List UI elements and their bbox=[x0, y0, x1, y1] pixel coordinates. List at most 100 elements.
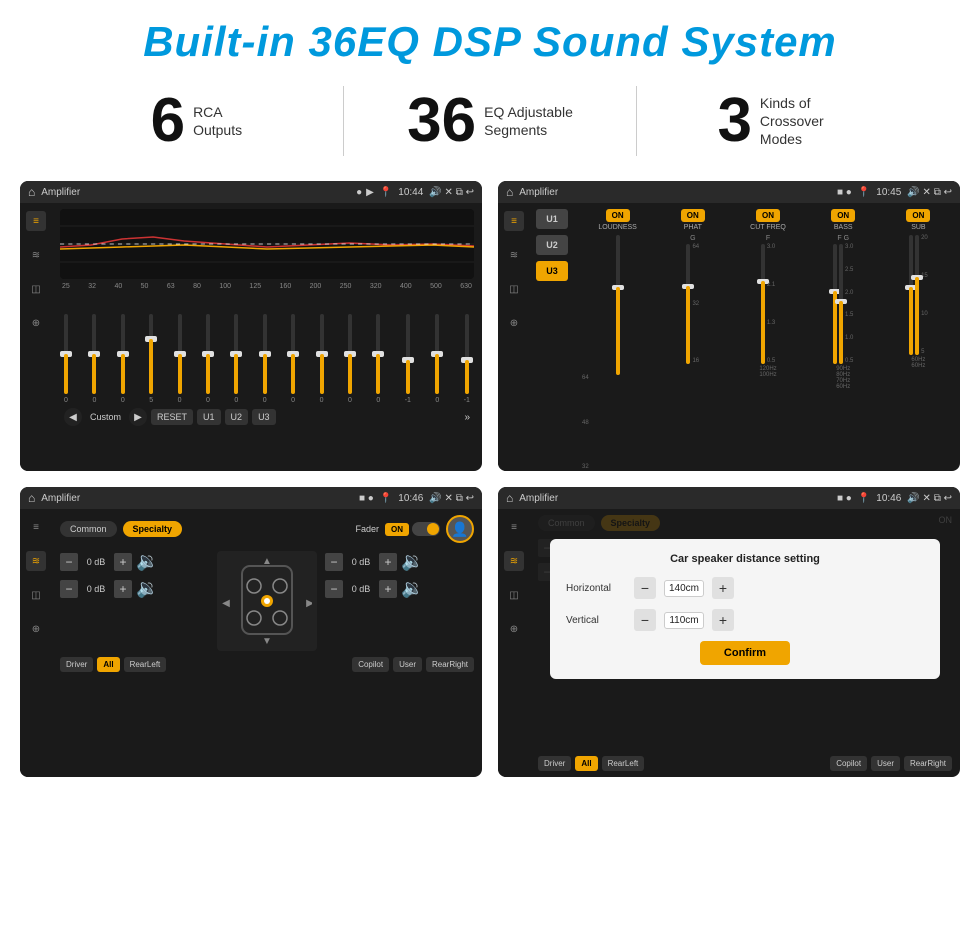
eq-track-12[interactable] bbox=[406, 314, 410, 394]
sidebar-crossover-icon[interactable]: ⊕ bbox=[26, 313, 46, 333]
sidebar2-wave-icon[interactable]: ≋ bbox=[504, 245, 524, 265]
bass-on-btn[interactable]: ON bbox=[831, 209, 855, 222]
eq-slider-12: -1 bbox=[405, 314, 411, 404]
sidebar-speaker-icon[interactable]: ◫ bbox=[26, 279, 46, 299]
loudness-slider[interactable] bbox=[616, 235, 620, 375]
loudness-sliders bbox=[616, 235, 620, 375]
eq-track-5[interactable] bbox=[206, 314, 210, 394]
sidebar4-crossover-icon[interactable]: ⊕ bbox=[504, 619, 524, 639]
horizontal-minus-button[interactable]: − bbox=[634, 577, 656, 599]
sub-slider1[interactable] bbox=[909, 235, 913, 355]
rearright-button[interactable]: RearRight bbox=[426, 657, 474, 672]
freq-63: 63 bbox=[167, 283, 175, 290]
eq-track-10[interactable] bbox=[348, 314, 352, 394]
vol-row-rr: − 0 dB + 🔉 bbox=[325, 578, 474, 599]
eq-track-1[interactable] bbox=[92, 314, 96, 394]
u1-button[interactable]: U1 bbox=[536, 209, 568, 229]
sidebar4-wave-icon[interactable]: ≋ bbox=[504, 551, 524, 571]
bass-slider2[interactable] bbox=[839, 244, 843, 364]
eq-u2-button[interactable]: U2 bbox=[225, 409, 249, 425]
vol-row-rl: − 0 dB + 🔉 bbox=[60, 578, 209, 599]
sidebar4-speaker-icon[interactable]: ◫ bbox=[504, 585, 524, 605]
eq-track-13[interactable] bbox=[435, 314, 439, 394]
all-button[interactable]: All bbox=[97, 657, 119, 672]
phat-on-btn[interactable]: ON bbox=[681, 209, 705, 222]
vertical-minus-button[interactable]: − bbox=[634, 609, 656, 631]
fader-user-avatar[interactable]: 👤 bbox=[446, 515, 474, 543]
user-button[interactable]: User bbox=[393, 657, 422, 672]
vol-fl-plus[interactable]: + bbox=[114, 553, 132, 571]
distance-all-button[interactable]: All bbox=[575, 756, 597, 771]
loudness-on-btn[interactable]: ON bbox=[606, 209, 630, 222]
fader-on-control: ON bbox=[385, 522, 440, 536]
eq-reset-button[interactable]: RESET bbox=[151, 409, 193, 425]
screen2-system-icons: 🔊 ✕ ⧉ ↩ bbox=[907, 187, 952, 198]
vol-fl-minus[interactable]: − bbox=[60, 553, 78, 571]
u3-button[interactable]: U3 bbox=[536, 261, 568, 281]
eq-track-4[interactable] bbox=[178, 314, 182, 394]
dot-icon: ● bbox=[356, 187, 362, 198]
bass-slider1[interactable] bbox=[833, 244, 837, 364]
phat-slider1[interactable] bbox=[686, 244, 690, 364]
eq-u3-button[interactable]: U3 bbox=[252, 409, 276, 425]
eq-track-9[interactable] bbox=[320, 314, 324, 394]
eq-track-6[interactable] bbox=[234, 314, 238, 394]
vol-rl-plus[interactable]: + bbox=[114, 580, 132, 598]
eq-track-14[interactable] bbox=[465, 314, 469, 394]
confirm-button[interactable]: Confirm bbox=[700, 641, 790, 665]
distance-copilot-button[interactable]: Copilot bbox=[830, 756, 867, 771]
distance-driver-button[interactable]: Driver bbox=[538, 756, 571, 771]
cutfreq-slider1[interactable] bbox=[761, 244, 765, 364]
distance-rearleft-button[interactable]: RearLeft bbox=[602, 756, 645, 771]
fader-on-button[interactable]: ON bbox=[385, 523, 409, 536]
cutfreq-freq-4: 0.5 bbox=[767, 358, 775, 364]
vol-fr-plus[interactable]: + bbox=[379, 553, 397, 571]
distance-rearright-button[interactable]: RearRight bbox=[904, 756, 952, 771]
sidebar2-crossover-icon[interactable]: ⊕ bbox=[504, 313, 524, 333]
rearleft-button[interactable]: RearLeft bbox=[124, 657, 167, 672]
sidebar2-speaker-icon[interactable]: ◫ bbox=[504, 279, 524, 299]
vol-rl-minus[interactable]: − bbox=[60, 580, 78, 598]
screen2-sidebar: ≡ ≋ ◫ ⊕ bbox=[498, 203, 530, 471]
common-tab-button[interactable]: Common bbox=[60, 521, 117, 537]
sidebar4-eq-icon[interactable]: ≡ bbox=[504, 517, 524, 537]
fader-vol-controls: − 0 dB + 🔉 − 0 dB + 🔉 bbox=[60, 551, 209, 651]
eq-track-3[interactable] bbox=[149, 314, 153, 394]
eq-track-7[interactable] bbox=[263, 314, 267, 394]
eq-prev-button[interactable]: ◀ bbox=[64, 408, 82, 426]
sidebar2-eq-icon[interactable]: ≡ bbox=[504, 211, 524, 231]
eq-track-2[interactable] bbox=[121, 314, 125, 394]
sidebar3-speaker-icon[interactable]: ◫ bbox=[26, 585, 46, 605]
vol-rr-minus[interactable]: − bbox=[325, 580, 343, 598]
eq-track-11[interactable] bbox=[376, 314, 380, 394]
sub-on-btn[interactable]: ON bbox=[906, 209, 930, 222]
eq-track-0[interactable] bbox=[64, 314, 68, 394]
eq-track-8[interactable] bbox=[291, 314, 295, 394]
cutfreq-label: CUT FREQ bbox=[750, 224, 786, 231]
specialty-tab-button[interactable]: Specialty bbox=[123, 521, 183, 537]
sidebar-eq-icon[interactable]: ≡ bbox=[26, 211, 46, 231]
sidebar3-wave-icon[interactable]: ≋ bbox=[26, 551, 46, 571]
loudness-freq-labels: 64 48 32 16 bbox=[582, 375, 589, 471]
vol-rr-plus[interactable]: + bbox=[379, 580, 397, 598]
freq-80: 80 bbox=[193, 283, 201, 290]
sidebar3-eq-icon[interactable]: ≡ bbox=[26, 517, 46, 537]
sidebar3-crossover-icon[interactable]: ⊕ bbox=[26, 619, 46, 639]
eq-u1-button[interactable]: U1 bbox=[197, 409, 221, 425]
horizontal-plus-button[interactable]: + bbox=[712, 577, 734, 599]
fader-toggle[interactable] bbox=[412, 522, 440, 536]
sidebar-wave-icon[interactable]: ≋ bbox=[26, 245, 46, 265]
sub-slider2[interactable] bbox=[915, 235, 919, 355]
eq-next-button[interactable]: ▶ bbox=[129, 408, 147, 426]
vertical-plus-button[interactable]: + bbox=[712, 609, 734, 631]
cutfreq-on-btn[interactable]: ON bbox=[756, 209, 780, 222]
bass-hz-labels: 90Hz 80Hz 70Hz 60Hz bbox=[836, 366, 850, 390]
u2-button[interactable]: U2 bbox=[536, 235, 568, 255]
screen1-title: Amplifier bbox=[41, 187, 350, 198]
distance-user-button[interactable]: User bbox=[871, 756, 900, 771]
vol-fr-minus[interactable]: − bbox=[325, 553, 343, 571]
copilot-button[interactable]: Copilot bbox=[352, 657, 389, 672]
screenshots-grid: ⌂ Amplifier ● ▶ 📍 10:44 🔊 ✕ ⧉ ↩ ≡ ≋ ◫ ⊕ bbox=[0, 171, 980, 787]
screen1-eq-main: 25 32 40 50 63 80 100 125 160 200 250 32… bbox=[52, 203, 482, 471]
driver-button[interactable]: Driver bbox=[60, 657, 93, 672]
